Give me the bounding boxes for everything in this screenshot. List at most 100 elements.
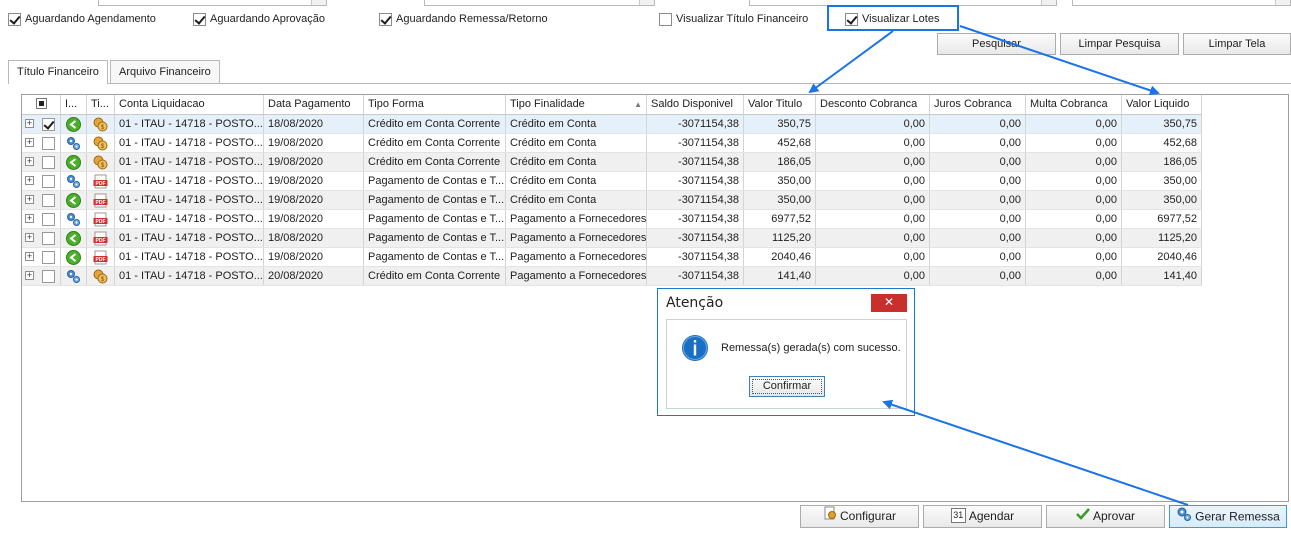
checkbox[interactable]: [8, 12, 21, 26]
filter-aguardando-aprovacao[interactable]: Aguardando Aprovação: [193, 11, 325, 27]
row-checkbox[interactable]: [42, 270, 55, 283]
combo-dropdown-button[interactable]: [1275, 0, 1290, 5]
top-combo-2[interactable]: [424, 0, 655, 6]
cell-juros: 0,00: [930, 267, 1026, 285]
cell-saldo: -3071154,38: [647, 191, 744, 209]
header-tipo-finalidade[interactable]: Tipo Finalidade ▲: [506, 95, 647, 114]
header-col-i[interactable]: I...: [61, 95, 87, 114]
row-select-cell[interactable]: +: [22, 153, 61, 171]
limpar-tela-button[interactable]: Limpar Tela: [1183, 33, 1291, 55]
filter-aguardando-agendamento[interactable]: Aguardando Agendamento: [8, 11, 156, 27]
cell-finalidade: Crédito em Conta: [506, 134, 647, 152]
table-row[interactable]: + PDF 01 - ITAU - 14718 - POSTO... 19/08/20…: [22, 248, 1202, 267]
row-select-cell[interactable]: +: [22, 248, 61, 266]
expand-icon[interactable]: +: [25, 119, 34, 128]
cell-multa: 0,00: [1026, 134, 1122, 152]
row-select-cell[interactable]: +: [22, 210, 61, 228]
combo-dropdown-button[interactable]: [639, 0, 654, 5]
header-col-ti[interactable]: Ti...: [87, 95, 115, 114]
filter-visualizar-titulo[interactable]: Visualizar Título Financeiro: [659, 11, 808, 27]
table-row[interactable]: + PDF 01 - ITAU - 14718 - POSTO... 19/08/20…: [22, 210, 1202, 229]
expand-icon[interactable]: +: [25, 252, 34, 261]
configurar-button[interactable]: Configurar: [800, 505, 919, 528]
gerar-remessa-button[interactable]: Gerar Remessa: [1169, 505, 1287, 528]
cell-conta: 01 - ITAU - 14718 - POSTO...: [115, 191, 264, 209]
row-select-cell[interactable]: +: [22, 191, 61, 209]
select-all-checkbox[interactable]: [36, 98, 47, 109]
aprovar-button[interactable]: Aprovar: [1046, 505, 1165, 528]
expand-icon[interactable]: +: [25, 195, 34, 204]
status-cell: [61, 191, 87, 209]
expand-icon[interactable]: +: [25, 138, 34, 147]
table-row[interactable]: + PDF 01 - ITAU - 14718 - POSTO... 18/08/20…: [22, 229, 1202, 248]
row-checkbox[interactable]: [42, 232, 55, 245]
expand-icon[interactable]: +: [25, 157, 34, 166]
expand-icon[interactable]: +: [25, 176, 34, 185]
confirmar-button[interactable]: Confirmar: [749, 376, 825, 397]
tab-arquivo-financeiro[interactable]: Arquivo Financeiro: [110, 60, 220, 83]
header-data-pagamento[interactable]: Data Pagamento: [264, 95, 364, 114]
cell-valor: 1125,20: [744, 229, 816, 247]
gears-icon: [66, 269, 81, 284]
cell-forma: Crédito em Conta Corrente: [364, 115, 506, 133]
expand-icon[interactable]: +: [25, 233, 34, 242]
row-checkbox[interactable]: [42, 137, 55, 150]
pesquisar-button[interactable]: Pesquisar: [937, 33, 1056, 55]
filter-label: Visualizar Título Financeiro: [676, 13, 809, 25]
table-row[interactable]: + PDF 01 - ITAU - 14718 - POSTO... 19/08/20…: [22, 191, 1202, 210]
expand-icon[interactable]: +: [25, 214, 34, 223]
combo-dropdown-button[interactable]: [1041, 0, 1056, 5]
dialog-title: Atenção: [666, 295, 724, 311]
row-checkbox[interactable]: [42, 156, 55, 169]
row-select-cell[interactable]: +: [22, 172, 61, 190]
top-combo-1[interactable]: [98, 0, 327, 6]
agendar-button[interactable]: 31 Agendar: [923, 505, 1042, 528]
checkbox[interactable]: [193, 12, 206, 26]
data-grid[interactable]: I... Ti... Conta Liquidacao Data Pagamen…: [21, 94, 1289, 502]
table-row[interactable]: + $01 - ITAU - 14718 - POSTO... 18/08/2020…: [22, 115, 1202, 134]
header-multa-cobranca[interactable]: Multa Cobranca: [1026, 95, 1122, 114]
row-select-cell[interactable]: +: [22, 229, 61, 247]
dialog-close-button[interactable]: ✕: [871, 294, 907, 312]
row-checkbox[interactable]: [42, 251, 55, 264]
gears-icon: [66, 174, 81, 189]
header-conta-liquidacao[interactable]: Conta Liquidacao: [115, 95, 264, 114]
row-checkbox[interactable]: [42, 194, 55, 207]
header-saldo-disponivel[interactable]: Saldo Disponivel: [647, 95, 744, 114]
cell-conta: 01 - ITAU - 14718 - POSTO...: [115, 267, 264, 285]
checkbox[interactable]: [659, 12, 672, 26]
header-desconto-cobranca[interactable]: Desconto Cobranca: [816, 95, 930, 114]
row-checkbox[interactable]: [42, 213, 55, 226]
status-cell: [61, 172, 87, 190]
row-checkbox[interactable]: [42, 118, 55, 131]
top-combo-4[interactable]: [1072, 0, 1291, 6]
header-select-all[interactable]: [22, 95, 61, 114]
checkbox[interactable]: [379, 12, 392, 26]
filter-aguardando-remessa[interactable]: Aguardando Remessa/Retorno: [379, 11, 548, 27]
header-juros-cobranca[interactable]: Juros Cobranca: [930, 95, 1026, 114]
gerar-remessa-label: Gerar Remessa: [1195, 509, 1280, 524]
cell-juros: 0,00: [930, 248, 1026, 266]
cell-multa: 0,00: [1026, 248, 1122, 266]
row-select-cell[interactable]: +: [22, 267, 61, 285]
pdf-icon: PDF: [93, 212, 108, 227]
table-row[interactable]: + $01 - ITAU - 14718 - POSTO... 19/08/2020…: [22, 153, 1202, 172]
type-cell: $: [87, 134, 115, 152]
row-select-cell[interactable]: +: [22, 134, 61, 152]
expand-icon[interactable]: +: [25, 271, 34, 280]
limpar-pesquisa-button[interactable]: Limpar Pesquisa: [1060, 33, 1179, 55]
type-cell: $: [87, 115, 115, 133]
combo-dropdown-button[interactable]: [311, 0, 326, 5]
header-valor-liquido[interactable]: Valor Liquido: [1122, 95, 1202, 114]
header-valor-titulo[interactable]: Valor Titulo: [744, 95, 816, 114]
svg-text:PDF: PDF: [96, 257, 106, 263]
table-row[interactable]: + $01 - ITAU - 14718 - POSTO... 20/08/2020…: [22, 267, 1202, 286]
header-tipo-forma[interactable]: Tipo Forma: [364, 95, 506, 114]
cell-desconto: 0,00: [816, 191, 930, 209]
row-checkbox[interactable]: [42, 175, 55, 188]
tab-titulo-financeiro[interactable]: Título Financeiro: [8, 60, 108, 84]
type-cell: PDF: [87, 248, 115, 266]
row-select-cell[interactable]: +: [22, 115, 61, 133]
table-row[interactable]: + PDF 01 - ITAU - 14718 - POSTO... 19/08/20…: [22, 172, 1202, 191]
table-row[interactable]: + $01 - ITAU - 14718 - POSTO... 19/08/2020…: [22, 134, 1202, 153]
